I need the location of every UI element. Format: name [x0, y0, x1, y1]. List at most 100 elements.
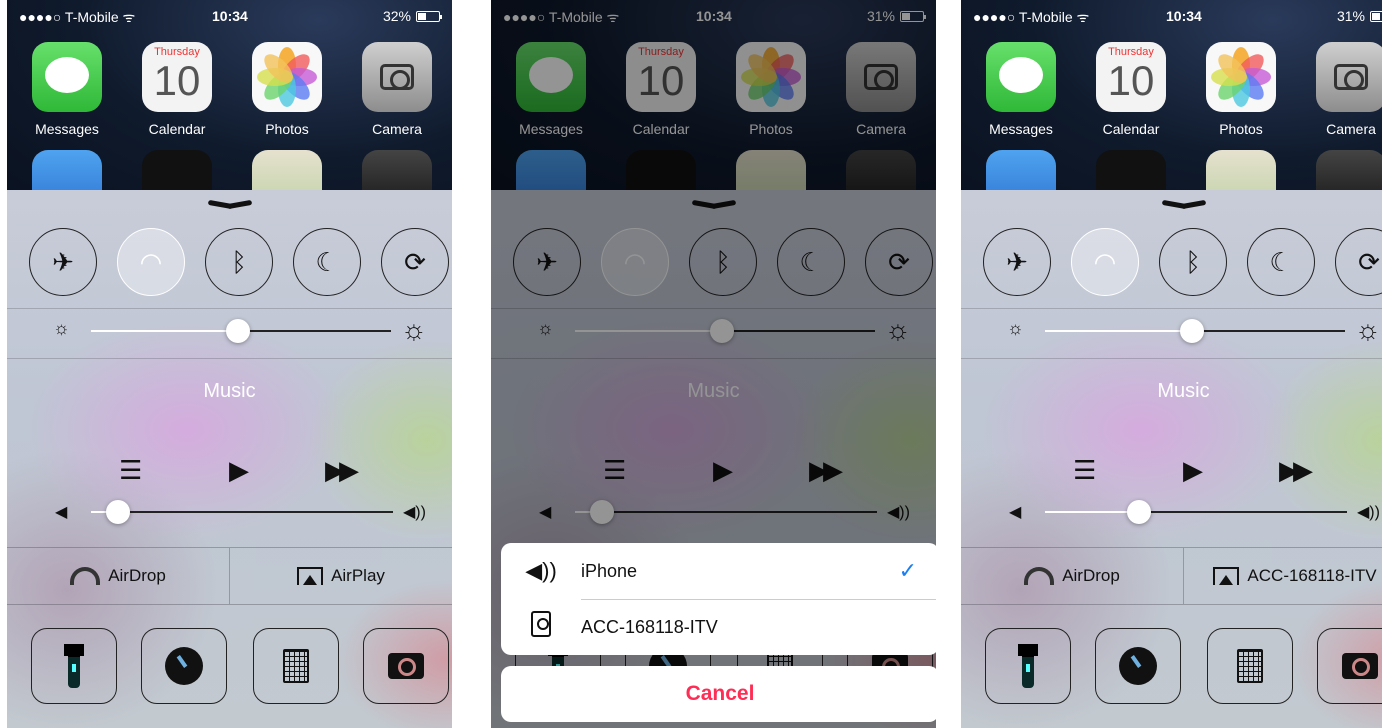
flashlight-icon: [1018, 644, 1038, 688]
timer-icon: [1119, 647, 1157, 685]
wifi-icon: ◠: [139, 246, 163, 277]
battery-icon: [1370, 10, 1382, 22]
calendar-day: 10: [153, 57, 201, 104]
airplane-icon: ✈: [52, 246, 74, 277]
app-label-camera: Camera: [372, 121, 422, 137]
timer-icon: [165, 647, 203, 685]
rotation-lock-icon: ⟳: [1358, 246, 1380, 277]
battery-percent: 31%: [1336, 8, 1365, 24]
camera-button[interactable]: [1317, 628, 1382, 704]
calculator-button[interactable]: [1207, 628, 1293, 704]
volume-slider[interactable]: [91, 500, 393, 524]
bluetooth-toggle[interactable]: ᛒ: [205, 228, 273, 296]
camera-app-icon[interactable]: [362, 42, 432, 112]
do-not-disturb-toggle[interactable]: ☾: [1247, 228, 1315, 296]
volume-high-icon: ◀)): [403, 504, 426, 521]
volume-slider[interactable]: [1045, 500, 1347, 524]
airplay-label: AirPlay: [331, 566, 385, 585]
status-bar: ●●●●○ T-Mobile ᯤ 10:34 32%: [7, 6, 452, 26]
app-label-photos: Photos: [1219, 121, 1263, 137]
grabber-handle[interactable]: [208, 202, 252, 210]
calculator-icon: [283, 649, 309, 683]
volume-low-icon: ◀: [1009, 504, 1022, 521]
airplay-device-iphone[interactable]: ◀)) iPhone ✓: [501, 543, 936, 599]
calendar-app-icon[interactable]: Thursday 10: [1096, 42, 1166, 112]
divider: [7, 308, 452, 309]
flashlight-button[interactable]: [985, 628, 1071, 704]
slider-fill: [91, 330, 238, 332]
airplay-device-apple-tv[interactable]: ACC-168118-ITV: [501, 599, 936, 655]
brightness-slider[interactable]: [1045, 319, 1345, 343]
control-center: ✈ ◠ ᛒ ☾ ⟳ ☼ ☼ Music ☰ ▶ ▶▶ ◀ ◀)) AirDrop: [961, 190, 1382, 728]
do-not-disturb-toggle[interactable]: ☾: [293, 228, 361, 296]
airplay-button[interactable]: ACC-168118-ITV: [1183, 548, 1382, 604]
flashlight-button[interactable]: [31, 628, 117, 704]
app-label-calendar: Calendar: [148, 121, 206, 137]
timer-button[interactable]: [1095, 628, 1181, 704]
airdrop-icon: [1024, 567, 1055, 585]
airdrop-button[interactable]: AirDrop: [7, 548, 229, 604]
slider-knob[interactable]: [1180, 319, 1204, 343]
rotation-lock-icon: ⟳: [404, 246, 426, 277]
camera-app-icon[interactable]: [1316, 42, 1382, 112]
home-screen: ●●●●○ T-Mobile ᯤ 10:34 31% Thursday 10 M…: [961, 0, 1382, 220]
sun-large-icon: ☼: [401, 314, 427, 345]
timer-button[interactable]: [141, 628, 227, 704]
calendar-app-icon[interactable]: Thursday 10: [142, 42, 212, 112]
rotation-lock-toggle[interactable]: ⟳: [1335, 228, 1382, 296]
brightness-slider[interactable]: [91, 319, 391, 343]
airplane-icon: ✈: [1006, 246, 1028, 277]
airplay-icon: [1213, 567, 1240, 585]
photos-app-icon[interactable]: [1206, 42, 1276, 112]
fast-forward-icon[interactable]: ▶▶: [325, 455, 359, 486]
checkmark-icon: ✓: [898, 558, 917, 583]
slider-fill: [1045, 330, 1192, 332]
music-title: Music: [1157, 380, 1210, 402]
photos-app-icon[interactable]: [252, 42, 322, 112]
slider-knob[interactable]: [226, 319, 250, 343]
play-icon[interactable]: ▶: [229, 455, 249, 486]
slider-fill: [1045, 511, 1139, 513]
calculator-icon: [1237, 649, 1263, 683]
moon-icon: ☾: [1269, 246, 1293, 277]
sun-small-icon: ☼: [1007, 318, 1024, 338]
rotation-lock-toggle[interactable]: ⟳: [381, 228, 449, 296]
wifi-toggle[interactable]: ◠: [1071, 228, 1139, 296]
play-icon[interactable]: ▶: [1183, 455, 1203, 486]
airdrop-label: AirDrop: [1062, 566, 1120, 585]
app-label-messages: Messages: [35, 121, 99, 137]
airplay-device-sheet: ◀)) iPhone ✓ ACC-168118-ITV: [501, 543, 936, 655]
calculator-button[interactable]: [253, 628, 339, 704]
speaker-volume-icon: ◀)): [525, 558, 557, 583]
cancel-button[interactable]: Cancel: [501, 666, 936, 722]
calendar-day: 10: [1107, 57, 1155, 104]
clock-label: 10:34: [212, 8, 248, 24]
messages-app-icon[interactable]: [986, 42, 1056, 112]
airdrop-button[interactable]: AirDrop: [961, 548, 1183, 604]
control-center-screen-1: ●●●●○ T-Mobile ᯤ 10:34 32% Thursday 10 M…: [7, 0, 452, 728]
fast-forward-icon[interactable]: ▶▶: [1279, 455, 1313, 486]
slider-knob[interactable]: [106, 500, 130, 524]
airdrop-icon: [70, 567, 101, 585]
playlist-icon[interactable]: ☰: [1073, 455, 1096, 486]
camera-button[interactable]: [363, 628, 449, 704]
airplane-mode-toggle[interactable]: ✈: [983, 228, 1051, 296]
battery-icon: [416, 10, 442, 22]
app-label-messages: Messages: [989, 121, 1053, 137]
slider-knob[interactable]: [1127, 500, 1151, 524]
apple-tv-speaker-icon: [501, 611, 581, 643]
volume-high-icon: ◀)): [1357, 504, 1380, 521]
wifi-toggle[interactable]: ◠: [117, 228, 185, 296]
messages-app-icon[interactable]: [32, 42, 102, 112]
airplane-mode-toggle[interactable]: ✈: [29, 228, 97, 296]
carrier-label: ●●●●○ T-Mobile ᯤ: [19, 9, 136, 25]
airplay-label: ACC-168118-ITV: [1247, 566, 1377, 585]
app-label-calendar: Calendar: [1102, 121, 1160, 137]
grabber-handle[interactable]: [1162, 202, 1206, 210]
volume-low-icon: ◀: [55, 504, 68, 521]
playlist-icon[interactable]: ☰: [119, 455, 142, 486]
app-label-camera: Camera: [1326, 121, 1376, 137]
bluetooth-toggle[interactable]: ᛒ: [1159, 228, 1227, 296]
bluetooth-icon: ᛒ: [231, 246, 247, 277]
airplay-button[interactable]: AirPlay: [229, 548, 452, 604]
